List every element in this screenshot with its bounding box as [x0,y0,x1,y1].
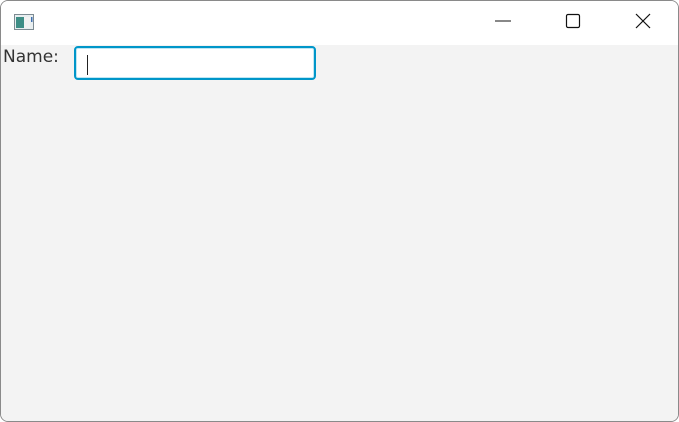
content-area: Name: [1,45,678,421]
name-input[interactable] [76,48,314,78]
application-window: Name: [0,0,679,422]
title-bar[interactable] [1,1,678,45]
close-icon [635,13,651,33]
app-icon [14,14,34,30]
minimize-icon [495,13,511,33]
maximize-button[interactable] [538,1,608,45]
name-input-box[interactable] [74,46,316,80]
minimize-button[interactable] [468,1,538,45]
maximize-icon [565,13,581,33]
close-button[interactable] [608,1,678,45]
name-label: Name: [3,47,59,67]
text-caret [87,55,88,75]
